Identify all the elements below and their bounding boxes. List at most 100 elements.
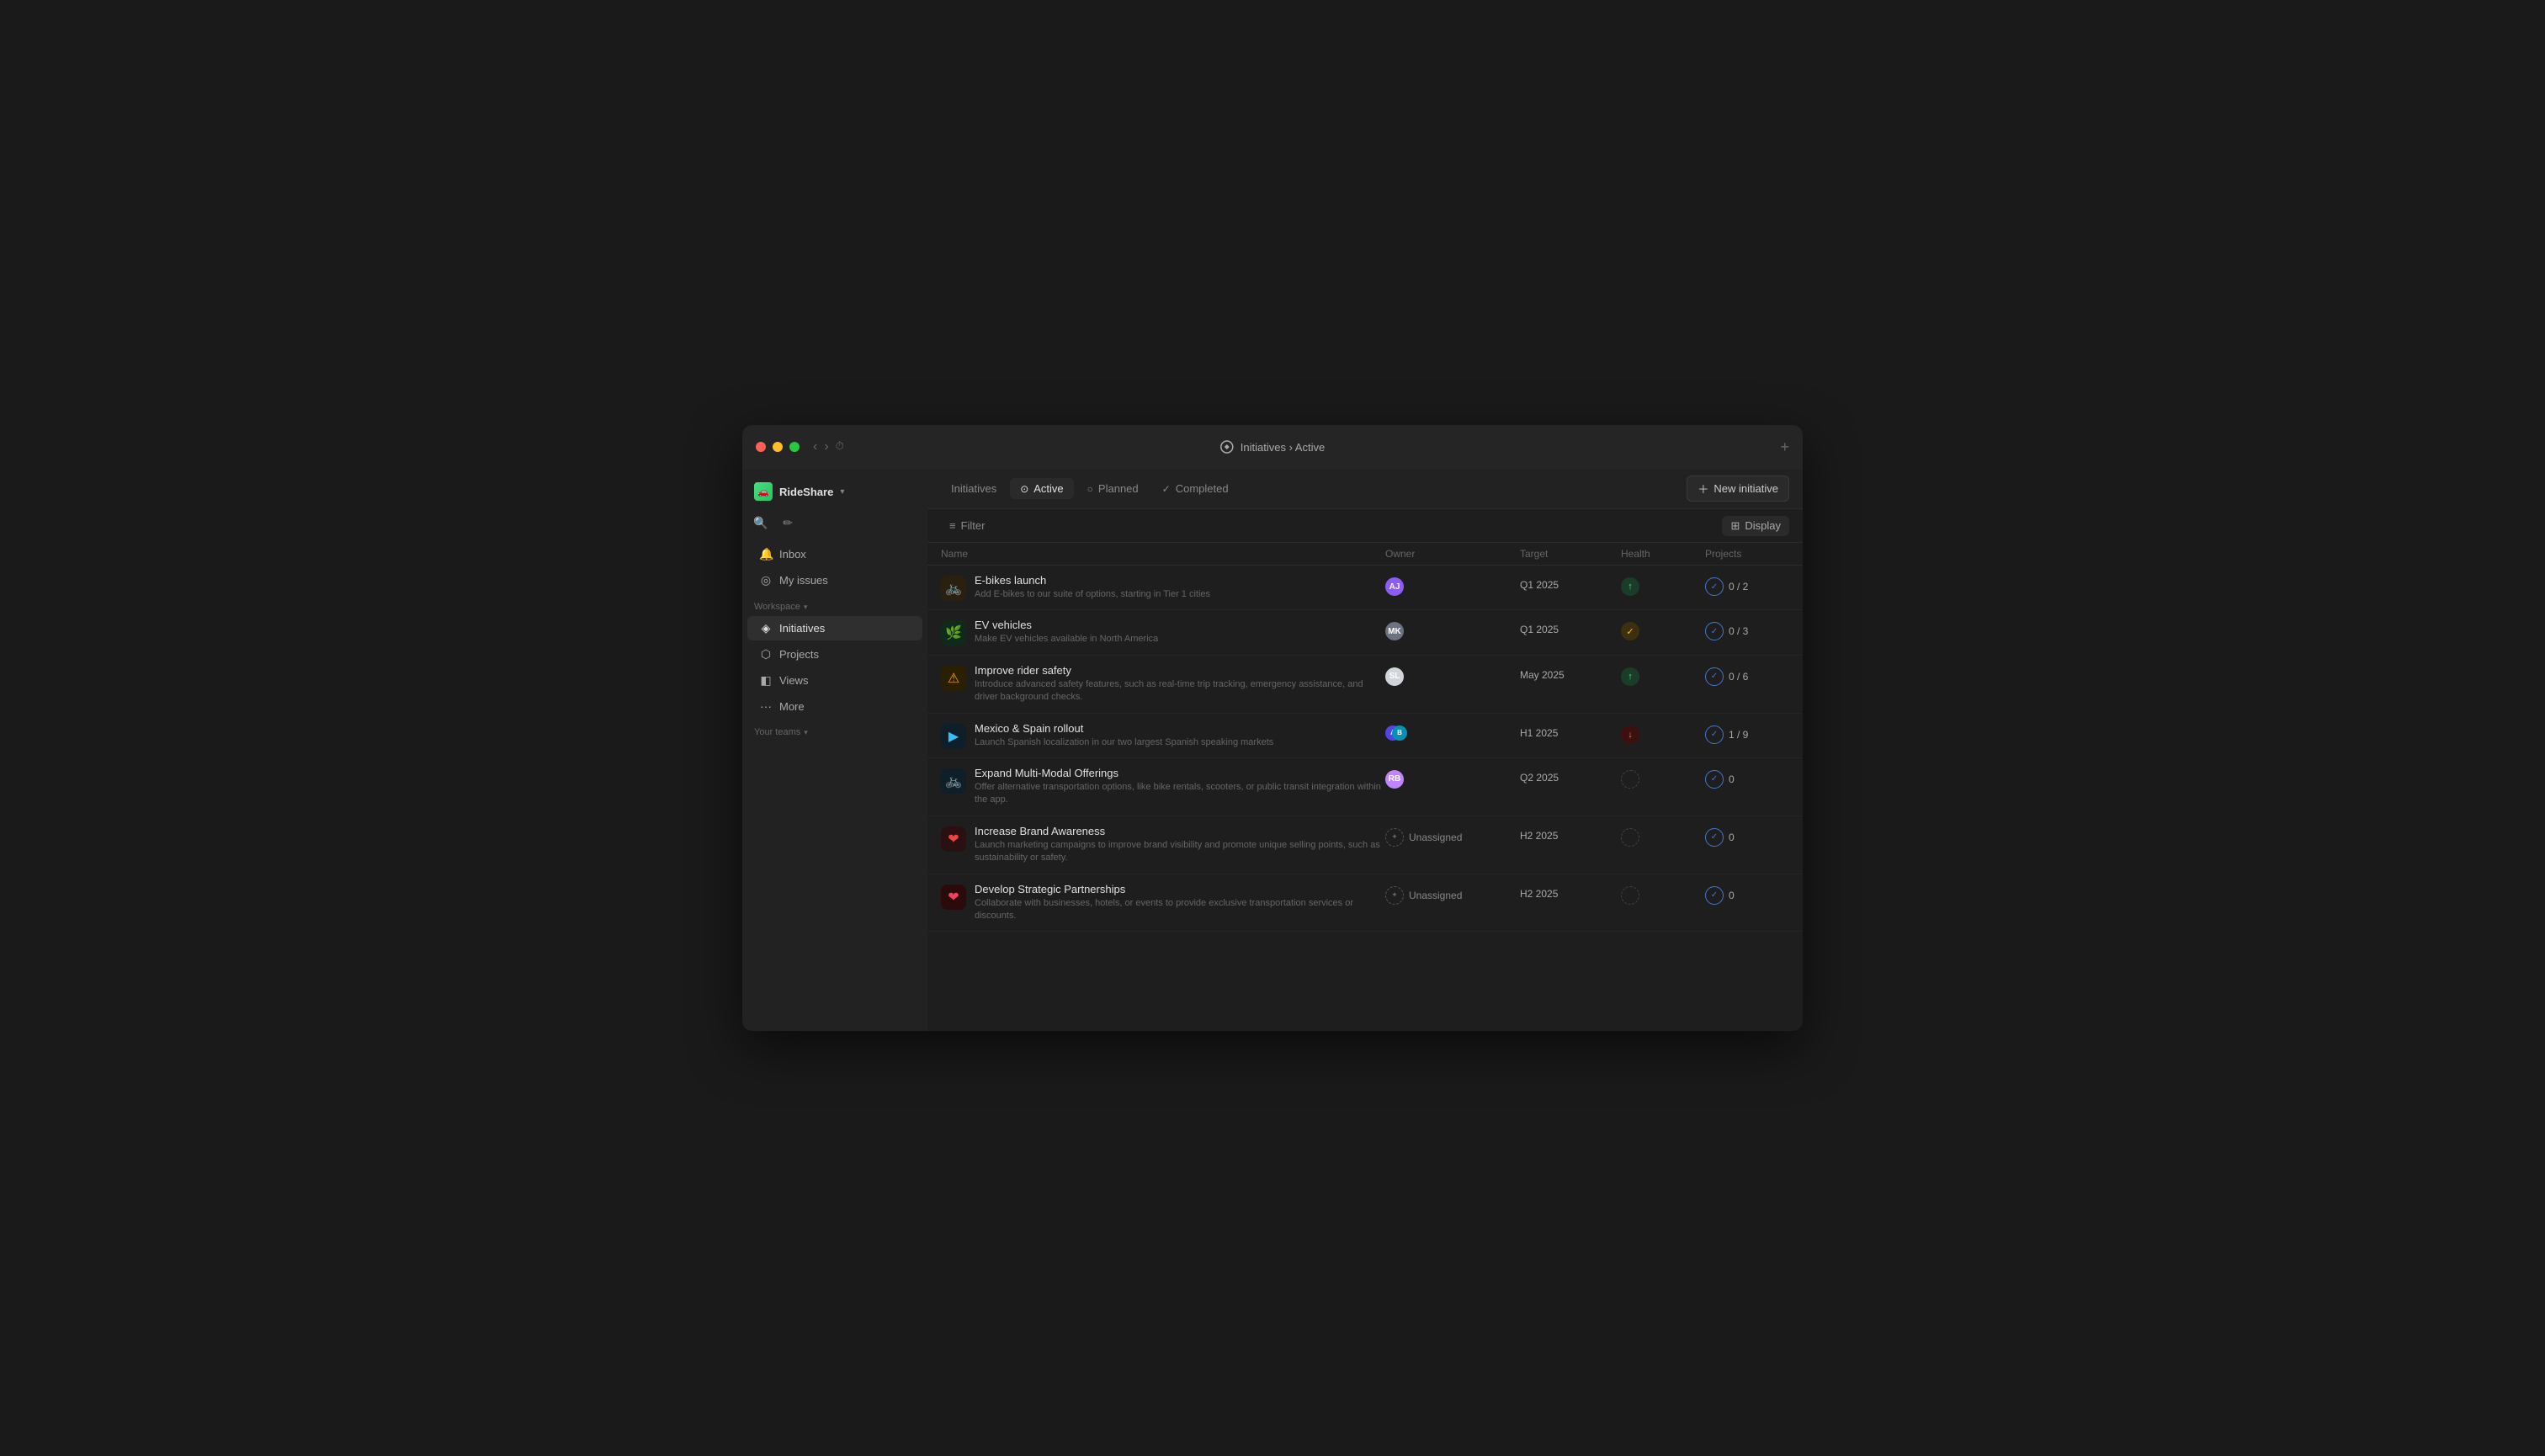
tab-planned[interactable]: ○ Planned: [1077, 478, 1149, 499]
tab-active[interactable]: ⊙ Active: [1010, 478, 1073, 499]
projects-col: ✓ 0: [1705, 767, 1789, 789]
initiative-icon: ⚠: [941, 666, 966, 691]
workspace-caret-icon: ▾: [840, 487, 844, 497]
projects-badge: ✓: [1705, 622, 1724, 640]
unassigned-icon: ✦: [1385, 828, 1404, 847]
health-empty-icon: [1621, 828, 1639, 847]
owner-col: RB: [1385, 767, 1520, 789]
table-header: Name Owner Target Health Projects: [927, 543, 1803, 566]
app-window: ‹ › ⏱ Initiatives › Active + 🚗 RideShare…: [742, 425, 1803, 1031]
projects-col: ✓ 1 / 9: [1705, 722, 1789, 744]
app-body: 🚗 RideShare ▾ 🔍 ✏ 🔔 Inbox ◎ My issues Wo…: [742, 469, 1803, 1031]
table-row[interactable]: 🚲 E-bikes launch Add E-bikes to our suit…: [927, 566, 1803, 610]
projects-badge: ✓: [1705, 886, 1724, 905]
sidebar-item-label: Projects: [779, 648, 819, 661]
initiative-icon: ❤: [941, 885, 966, 910]
sidebar-item-projects[interactable]: ⬡ Projects: [747, 642, 922, 667]
sidebar-item-my-issues[interactable]: ◎ My issues: [747, 568, 922, 592]
sidebar-item-label: Inbox: [779, 548, 806, 561]
target-col: Q2 2025: [1520, 767, 1621, 784]
filter-button[interactable]: ≡ Filter: [941, 516, 993, 535]
initiative-text: E-bikes launch Add E-bikes to our suite …: [975, 574, 1210, 601]
maximize-button[interactable]: [789, 442, 800, 452]
target-col: Q1 2025: [1520, 574, 1621, 591]
table-row[interactable]: ⚠ Improve rider safety Introduce advance…: [927, 656, 1803, 714]
avatar: AJ: [1385, 577, 1404, 596]
table-row[interactable]: ▶ Mexico & Spain rollout Launch Spanish …: [927, 714, 1803, 758]
initiative-name-col: ❤ Increase Brand Awareness Launch market…: [941, 825, 1385, 865]
inbox-icon: 🔔: [759, 547, 773, 561]
initiative-name-col: ❤ Develop Strategic Partnerships Collabo…: [941, 883, 1385, 923]
display-label: Display: [1745, 519, 1781, 532]
sidebar-item-inbox[interactable]: 🔔 Inbox: [747, 542, 922, 566]
initiative-description: Add E-bikes to our suite of options, sta…: [975, 588, 1210, 601]
more-icon: ···: [759, 699, 773, 713]
compose-button[interactable]: ✏: [776, 511, 800, 534]
initiative-name-col: 🚲 Expand Multi-Modal Offerings Offer alt…: [941, 767, 1385, 807]
initiative-title: Mexico & Spain rollout: [975, 722, 1273, 735]
workspace-caret-icon: ▾: [804, 603, 808, 612]
sidebar-item-views[interactable]: ◧ Views: [747, 668, 922, 693]
owner-col: A B: [1385, 722, 1520, 744]
initiative-name-col: ⚠ Improve rider safety Introduce advance…: [941, 664, 1385, 704]
sidebar-item-label: My issues: [779, 574, 828, 587]
health-col: ↓: [1621, 722, 1705, 744]
planned-tab-icon: ○: [1087, 483, 1093, 495]
initiatives-list: 🚲 E-bikes launch Add E-bikes to our suit…: [927, 566, 1803, 1031]
search-button[interactable]: 🔍: [749, 511, 773, 534]
tab-completed[interactable]: ✓ Completed: [1152, 478, 1239, 499]
health-col: [1621, 825, 1705, 847]
target-col: Q1 2025: [1520, 619, 1621, 635]
app-icon: [1220, 440, 1234, 454]
minimize-button[interactable]: [773, 442, 783, 452]
projects-col: ✓ 0: [1705, 825, 1789, 847]
initiative-icon: 🚲: [941, 576, 966, 601]
history-button[interactable]: ⏱: [836, 439, 844, 454]
workspace-header[interactable]: 🚗 RideShare ▾: [742, 476, 927, 507]
display-button[interactable]: ⊞ Display: [1722, 516, 1789, 536]
table-row[interactable]: ❤ Develop Strategic Partnerships Collabo…: [927, 874, 1803, 933]
add-button[interactable]: +: [1780, 438, 1789, 456]
my-issues-icon: ◎: [759, 573, 773, 587]
completed-tab-icon: ✓: [1162, 483, 1171, 495]
projects-badge: ✓: [1705, 770, 1724, 789]
main-content: Initiatives ⊙ Active ○ Planned ✓ Complet…: [927, 469, 1803, 1031]
health-col: ✓: [1621, 619, 1705, 640]
avatar: MK: [1385, 622, 1404, 640]
table-row[interactable]: 🌿 EV vehicles Make EV vehicles available…: [927, 610, 1803, 655]
health-on-track-icon: ↑: [1621, 667, 1639, 686]
display-icon: ⊞: [1730, 519, 1740, 533]
sidebar-item-more[interactable]: ··· More: [747, 694, 922, 718]
new-initiative-button[interactable]: ＋ New initiative: [1687, 476, 1789, 502]
table-row[interactable]: 🚲 Expand Multi-Modal Offerings Offer alt…: [927, 758, 1803, 816]
titlebar-title: Initiatives › Active: [1241, 441, 1325, 454]
forward-button[interactable]: ›: [824, 439, 828, 454]
projects-col: ✓ 0 / 2: [1705, 574, 1789, 596]
initiative-icon: 🌿: [941, 620, 966, 646]
sidebar-item-initiatives[interactable]: ◈ Initiatives: [747, 616, 922, 640]
projects-count: 0 / 3: [1729, 625, 1748, 637]
initiative-icon: ▶: [941, 724, 966, 749]
toolbar: ≡ Filter ⊞ Display: [927, 509, 1803, 543]
back-button[interactable]: ‹: [813, 439, 817, 454]
owner-col: MK: [1385, 619, 1520, 640]
projects-count: 0: [1729, 773, 1735, 785]
owner-col: ✦ Unassigned: [1385, 883, 1520, 905]
projects-count: 1 / 9: [1729, 729, 1748, 741]
unassigned-icon: ✦: [1385, 886, 1404, 905]
projects-badge: ✓: [1705, 725, 1724, 744]
close-button[interactable]: [756, 442, 766, 452]
tab-initiatives[interactable]: Initiatives: [941, 478, 1007, 499]
new-initiative-plus-icon: ＋: [1698, 481, 1708, 497]
initiative-description: Offer alternative transportation options…: [975, 781, 1385, 807]
target-col: H2 2025: [1520, 825, 1621, 842]
initiative-title: Improve rider safety: [975, 664, 1385, 677]
projects-col: ✓ 0 / 3: [1705, 619, 1789, 640]
initiative-name-col: ▶ Mexico & Spain rollout Launch Spanish …: [941, 722, 1385, 749]
titlebar-breadcrumb: Initiatives › Active: [1220, 440, 1325, 454]
initiative-name-col: 🌿 EV vehicles Make EV vehicles available…: [941, 619, 1385, 646]
table-row[interactable]: ❤ Increase Brand Awareness Launch market…: [927, 816, 1803, 874]
filter-label: Filter: [961, 519, 986, 532]
workspace-avatar: 🚗: [754, 482, 773, 501]
workspace-section-label: Workspace ▾: [742, 593, 927, 615]
